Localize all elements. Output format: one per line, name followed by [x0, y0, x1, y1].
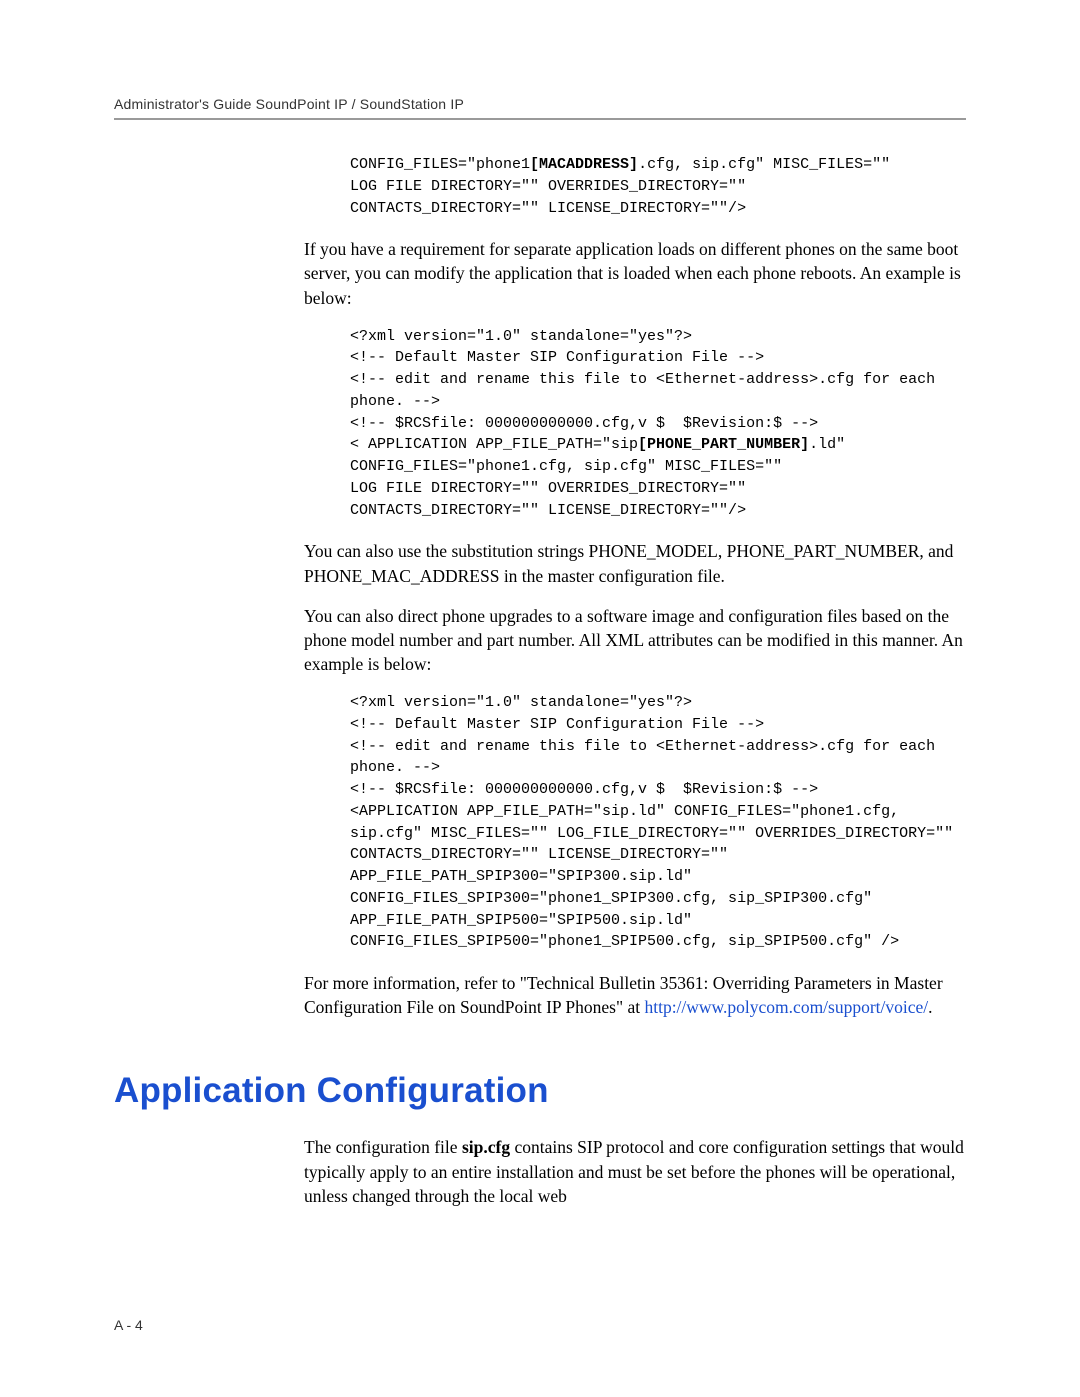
code-text: <!-- Default Master SIP Configuration Fi…	[350, 349, 764, 366]
para-text: The configuration file	[304, 1137, 462, 1157]
code-text: CONFIG_FILES_SPIP300="phone1_SPIP300.cfg…	[350, 890, 872, 907]
body-column: The configuration file sip.cfg contains …	[304, 1135, 969, 1207]
body-column: CONFIG_FILES="phone1[MACADDRESS].cfg, si…	[304, 154, 969, 1019]
code-text: CONFIG_FILES="phone1.cfg, sip.cfg" MISC_…	[350, 458, 782, 475]
paragraph: You can also use the substitution string…	[304, 539, 969, 587]
filename-bold: sip.cfg	[462, 1137, 510, 1157]
running-header: Administrator's Guide SoundPoint IP / So…	[114, 96, 966, 112]
code-text: <!-- $RCSfile: 000000000000.cfg,v $ $Rev…	[350, 415, 818, 432]
code-text: CONTACTS_DIRECTORY="" LICENSE_DIRECTORY=…	[350, 200, 746, 217]
section-heading-application-configuration: Application Configuration	[114, 1071, 966, 1111]
code-bold: [MACADDRESS]	[530, 156, 638, 173]
code-bold: [PHONE_PART_NUMBER]	[638, 436, 809, 453]
code-text: < APPLICATION APP_FILE_PATH="sip	[350, 436, 638, 453]
code-text: LOG FILE DIRECTORY="" OVERRIDES_DIRECTOR…	[350, 178, 746, 195]
code-text: <!-- $RCSfile: 000000000000.cfg,v $ $Rev…	[350, 781, 818, 798]
code-block-1: CONFIG_FILES="phone1[MACADDRESS].cfg, si…	[350, 154, 969, 219]
code-text: <!-- edit and rename this file to <Ether…	[350, 371, 944, 410]
code-text: <!-- edit and rename this file to <Ether…	[350, 738, 944, 777]
code-text: APP_FILE_PATH_SPIP300="SPIP300.sip.ld"	[350, 868, 692, 885]
paragraph: If you have a requirement for separate a…	[304, 237, 969, 309]
header-rule	[114, 118, 966, 120]
code-block-3: <?xml version="1.0" standalone="yes"?> <…	[350, 692, 969, 953]
code-text: APP_FILE_PATH_SPIP500="SPIP500.sip.ld"	[350, 912, 692, 929]
code-text: <!-- Default Master SIP Configuration Fi…	[350, 716, 764, 733]
para-text: .	[928, 997, 932, 1017]
paragraph: For more information, refer to "Technica…	[304, 971, 969, 1019]
paragraph: The configuration file sip.cfg contains …	[304, 1135, 969, 1207]
code-text: <?xml version="1.0" standalone="yes"?>	[350, 694, 692, 711]
code-text: CONTACTS_DIRECTORY="" LICENSE_DIRECTORY=…	[350, 846, 728, 863]
paragraph: You can also direct phone upgrades to a …	[304, 604, 969, 676]
code-block-2: <?xml version="1.0" standalone="yes"?> <…	[350, 326, 969, 522]
support-link[interactable]: http://www.polycom.com/support/voice/	[644, 997, 928, 1017]
page: Administrator's Guide SoundPoint IP / So…	[0, 0, 1080, 1397]
code-text: <APPLICATION APP_FILE_PATH="sip.ld" CONF…	[350, 803, 953, 842]
code-text: .cfg, sip.cfg" MISC_FILES=""	[638, 156, 890, 173]
code-text: LOG FILE DIRECTORY="" OVERRIDES_DIRECTOR…	[350, 480, 746, 497]
code-text: .ld"	[809, 436, 845, 453]
code-text: <?xml version="1.0" standalone="yes"?>	[350, 328, 692, 345]
code-text: CONTACTS_DIRECTORY="" LICENSE_DIRECTORY=…	[350, 502, 746, 519]
code-text: CONFIG_FILES_SPIP500="phone1_SPIP500.cfg…	[350, 933, 899, 950]
code-text: CONFIG_FILES="phone1	[350, 156, 530, 173]
page-number: A - 4	[114, 1317, 143, 1333]
